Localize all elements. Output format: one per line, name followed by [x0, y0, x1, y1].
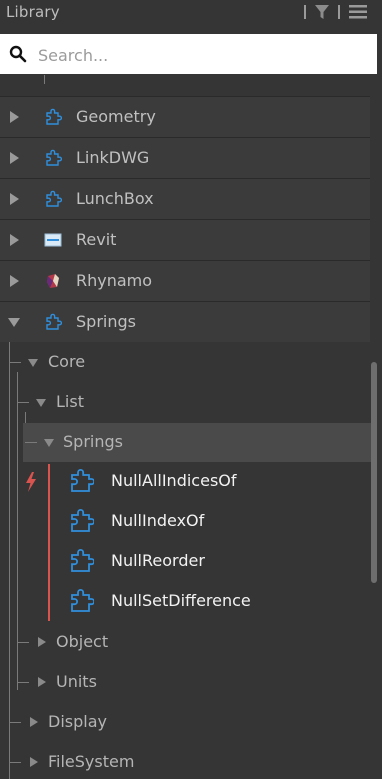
member-label: NullReorder	[111, 551, 205, 570]
library-header: Library	[0, 0, 382, 26]
search-bar	[0, 34, 377, 74]
category-label: Geometry	[76, 107, 156, 126]
member-label: NullIndexOf	[111, 511, 205, 530]
library-title: Library	[6, 3, 60, 21]
scrollbar-thumb[interactable]	[371, 362, 377, 583]
category-label: LunchBox	[76, 189, 154, 208]
collapse-arrow-icon[interactable]	[44, 439, 54, 447]
tree-line	[25, 442, 37, 443]
collapse-arrow-icon[interactable]	[8, 318, 20, 327]
tree-item-list[interactable]: List	[30, 383, 362, 421]
member-label: NullSetDifference	[111, 591, 251, 610]
expand-arrow-icon[interactable]	[30, 757, 38, 767]
tree-item-object[interactable]: Object	[30, 623, 362, 661]
tree-item-core[interactable]: Core	[22, 343, 362, 381]
tree-line	[17, 642, 29, 643]
expand-arrow-icon[interactable]	[10, 111, 19, 123]
package-icon	[46, 190, 62, 207]
tree-item-display[interactable]: Display	[22, 703, 362, 741]
tree-line	[44, 75, 45, 84]
category-label: Springs	[76, 312, 136, 331]
category-geometry[interactable]: Geometry	[0, 96, 370, 137]
tree-item-label: FileSystem	[48, 752, 135, 771]
node-icon	[71, 469, 94, 492]
expand-arrow-icon[interactable]	[10, 275, 19, 287]
tree-line	[9, 722, 21, 723]
tree-item-units[interactable]: Units	[30, 663, 362, 701]
expand-arrow-icon[interactable]	[38, 637, 46, 647]
category-label: LinkDWG	[76, 148, 150, 167]
tree-line	[9, 762, 21, 763]
tree-item-filesystem[interactable]: FileSystem	[22, 741, 362, 779]
category-label: Revit	[76, 230, 117, 249]
tree-line	[17, 682, 29, 683]
member-item[interactable]: NullAllIndicesOf	[0, 461, 360, 501]
member-item[interactable]: NullSetDifference	[0, 581, 360, 621]
tree-item-label: Object	[56, 632, 109, 651]
node-icon	[71, 509, 94, 532]
tree-item-label: Display	[48, 712, 107, 731]
category-label: Rhynamo	[76, 271, 153, 290]
expand-arrow-icon[interactable]	[38, 677, 46, 687]
category-linkdwg[interactable]: LinkDWG	[0, 137, 370, 178]
tree-item-label: List	[56, 392, 84, 411]
search-icon	[9, 45, 27, 63]
filter-icon[interactable]	[314, 3, 330, 21]
rhynamo-icon	[47, 274, 59, 288]
tree-item-springs[interactable]: Springs	[23, 423, 371, 462]
expand-arrow-icon[interactable]	[10, 234, 19, 246]
header-separator	[304, 5, 306, 19]
package-icon	[46, 313, 62, 330]
member-item[interactable]: NullIndexOf	[0, 501, 360, 541]
collapse-arrow-icon[interactable]	[36, 399, 46, 407]
tree-item-label: Core	[48, 352, 86, 371]
category-rhynamo[interactable]: Rhynamo	[0, 260, 370, 301]
member-item[interactable]: NullReorder	[0, 541, 360, 581]
tree-item-label: Units	[56, 672, 97, 691]
search-input[interactable]	[36, 40, 370, 70]
package-icon	[46, 149, 62, 166]
node-icon	[71, 549, 94, 572]
category-lunchbox[interactable]: LunchBox	[0, 178, 370, 219]
tree-item-label: Springs	[63, 432, 123, 451]
member-label: NullAllIndicesOf	[111, 471, 237, 490]
node-icon	[71, 589, 94, 612]
revit-icon	[44, 233, 62, 247]
list-view-icon[interactable]	[348, 4, 368, 20]
tree-line	[9, 362, 21, 363]
category-springs[interactable]: Springs	[0, 301, 370, 342]
expand-arrow-icon[interactable]	[30, 717, 38, 727]
tree-line	[17, 402, 29, 403]
collapse-arrow-icon[interactable]	[28, 359, 38, 367]
package-icon	[46, 108, 62, 125]
expand-arrow-icon[interactable]	[10, 152, 19, 164]
expand-arrow-icon[interactable]	[10, 193, 19, 205]
category-revit[interactable]: Revit	[0, 219, 370, 260]
header-separator	[338, 5, 340, 19]
